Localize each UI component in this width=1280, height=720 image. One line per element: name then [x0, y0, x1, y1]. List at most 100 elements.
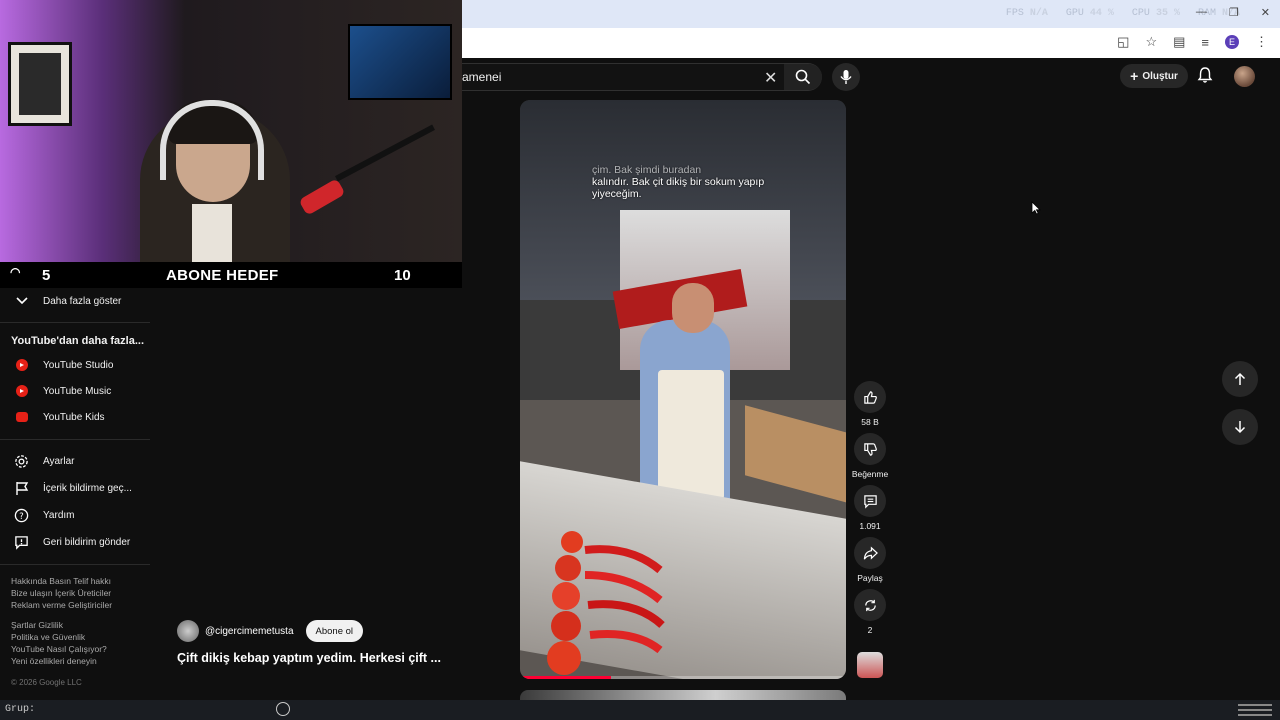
sidebar: Daha fazla göster YouTube'dan daha fazla… — [0, 288, 150, 700]
video-title[interactable]: Çift dikiş kebap yaptım yedim. Herkesi ç… — [177, 651, 441, 665]
restore-icon[interactable]: ❐ — [1229, 6, 1239, 19]
youtube-kids-icon — [15, 412, 28, 422]
footer-links-7[interactable]: Yeni özellikleri deneyin — [11, 655, 97, 667]
minimize-icon[interactable]: — — [1196, 6, 1207, 19]
streaming-microphone — [298, 178, 346, 216]
channel-avatar[interactable] — [177, 620, 199, 642]
create-button[interactable]: + Oluştur — [1120, 64, 1188, 88]
fps-stat: FPS N/A — [1005, 8, 1048, 19]
sidebar-item-youtube-music[interactable]: YouTube Music — [0, 378, 150, 404]
grilled-peppers — [547, 531, 665, 675]
share-button[interactable] — [854, 537, 886, 569]
loading-spinner-icon: ◠ — [10, 265, 21, 279]
wall-monitor — [348, 24, 452, 100]
footer-links-2[interactable]: Bize ulaşın İçerik Üreticiler — [11, 587, 111, 599]
extensions-icon[interactable]: ▤ — [1173, 34, 1185, 50]
sidebar-item-label: İçerik bildirme geç... — [43, 482, 132, 494]
sound-source-thumbnail[interactable] — [857, 652, 883, 678]
comments-action: 1.091 — [853, 485, 887, 531]
cast-icon[interactable]: ◱ — [1117, 34, 1129, 50]
dislike-button[interactable] — [854, 433, 886, 465]
search-box[interactable]: amenei ✕ — [462, 63, 822, 91]
footer-links-4[interactable]: Şartlar Gizlilik — [11, 619, 63, 631]
chevron-down-icon — [15, 297, 28, 305]
sidebar-item-report-history[interactable]: İçerik bildirme geç... — [0, 475, 150, 501]
browser-toolbar: ◱ ☆ ▤ ≡ E ⋮ — [462, 28, 1280, 58]
browser-menu-icon[interactable]: ⋮ — [1255, 34, 1268, 50]
taskbar-app-icon[interactable] — [276, 702, 290, 716]
thumbs-down-icon — [863, 442, 877, 456]
mouse-cursor-icon — [1031, 201, 1041, 215]
sidebar-item-send-feedback[interactable]: Geri bildirim gönder — [0, 529, 150, 555]
previous-short-button[interactable] — [1222, 361, 1258, 397]
sidebar-item-youtube-kids[interactable]: YouTube Kids — [0, 404, 150, 430]
search-button[interactable] — [784, 64, 822, 90]
comments-button[interactable] — [854, 485, 886, 517]
like-action: 58 B — [853, 381, 887, 427]
sidebar-item-youtube-studio[interactable]: YouTube Studio — [0, 352, 150, 378]
caption-line: çim. Bak şimdi buradan — [592, 164, 702, 176]
sidebar-item-label: Geri bildirim gönder — [43, 536, 131, 548]
arrow-down-icon — [1234, 421, 1246, 434]
youtube-studio-icon — [15, 359, 28, 371]
group-label: Grup: — [5, 704, 36, 715]
divider — [0, 564, 150, 565]
sidebar-item-settings[interactable]: Ayarlar — [0, 448, 150, 474]
toolbar-icons: ◱ ☆ ▤ ≡ E ⋮ — [1117, 34, 1268, 50]
footer-links-1[interactable]: Hakkında Basın Telif hakkı — [11, 575, 111, 587]
create-label: Oluştur — [1142, 70, 1178, 82]
wall-portrait — [8, 42, 72, 126]
footer-links-6[interactable]: YouTube Nasıl Çalışıyor? — [11, 643, 107, 655]
remix-action: 2 — [853, 589, 887, 635]
goal-current: 5 — [42, 266, 51, 284]
window-controls: — ❐ ✕ — [1196, 6, 1270, 19]
svg-text:?: ? — [19, 510, 23, 520]
notifications-button[interactable] — [1197, 66, 1213, 89]
media-control-icon[interactable]: ≡ — [1201, 35, 1209, 50]
video-progress-fill — [520, 676, 612, 679]
remix-icon — [864, 599, 876, 611]
close-window-icon[interactable]: ✕ — [1261, 6, 1270, 19]
sidebar-item-label: Yardım — [43, 509, 75, 521]
voice-search-button[interactable] — [832, 63, 860, 91]
comment-count: 1.091 — [859, 521, 881, 531]
video-progress-bar[interactable] — [520, 676, 846, 679]
channel-name[interactable]: @cigercimemetusta — [205, 626, 294, 637]
taskbar: Grup: — [0, 700, 1280, 720]
share-icon — [863, 545, 878, 560]
search-input[interactable]: amenei — [462, 70, 501, 84]
flag-icon — [15, 481, 28, 495]
divider — [0, 322, 150, 323]
browser-title-bar: FPS N/A GPU 44 % CPU 35 % RAM N/A — ❐ ✕ — [462, 0, 1280, 28]
caption-line: yiyeceğim. — [592, 188, 642, 200]
feedback-icon — [15, 535, 28, 550]
like-button[interactable] — [854, 381, 886, 413]
taskbar-menu-icon[interactable] — [1238, 704, 1272, 716]
shorts-video-player[interactable]: çim. Bak şimdi buradan kalındır. Bak çit… — [520, 100, 846, 679]
profile-avatar[interactable]: E — [1225, 35, 1239, 49]
like-count: 58 B — [861, 417, 879, 427]
sidebar-item-help[interactable]: ? Yardım — [0, 502, 150, 528]
footer-links-5[interactable]: Politika ve Güvenlik — [11, 631, 85, 643]
gpu-stat: GPU 44 % — [1065, 8, 1114, 19]
youtube-music-icon — [15, 385, 28, 397]
footer-links-3[interactable]: Reklam verme Geliştiriciler — [11, 599, 112, 611]
bookmark-star-icon[interactable]: ☆ — [1145, 34, 1157, 50]
next-short-button[interactable] — [1222, 409, 1258, 445]
comment-icon — [863, 494, 877, 509]
remix-button[interactable] — [854, 589, 886, 621]
remix-count: 2 — [867, 625, 873, 635]
subscribe-button[interactable]: Abone ol — [305, 620, 364, 642]
copyright: © 2026 Google LLC — [11, 678, 82, 687]
account-avatar[interactable] — [1234, 66, 1255, 87]
plus-icon: + — [1130, 68, 1139, 84]
section-title-more-from-youtube: YouTube'dan daha fazla... — [11, 335, 144, 347]
goal-target: 10 — [394, 266, 411, 284]
clear-search-icon[interactable]: ✕ — [764, 68, 777, 88]
webcam-overlay — [0, 0, 462, 262]
microphone-icon — [840, 70, 852, 84]
dislike-label: Beğenme — [851, 469, 889, 479]
dislike-action: Beğenme — [851, 433, 889, 479]
goal-title: ABONE HEDEF — [166, 266, 279, 284]
sidebar-show-more[interactable]: Daha fazla göster — [0, 288, 150, 314]
